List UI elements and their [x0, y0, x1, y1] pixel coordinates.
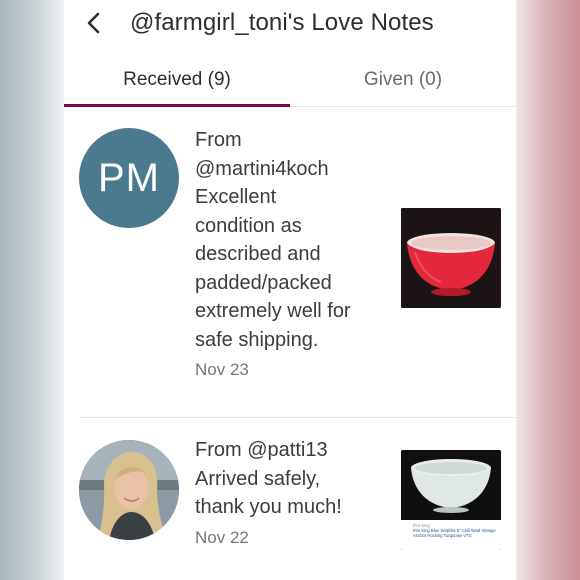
from-label: From: [195, 129, 242, 151]
love-notes-screen: @farmgirl_toni's Love Notes Received (9)…: [64, 0, 516, 580]
listing-thumbnail[interactable]: [401, 208, 501, 308]
divider: [80, 417, 516, 418]
red-bowl-image: [401, 208, 501, 308]
avatar[interactable]: PM: [79, 128, 179, 228]
avatar[interactable]: [79, 440, 179, 540]
note-body: From @martini4koch Excellent condition a…: [195, 126, 395, 384]
message-line: Arrived safely,: [195, 467, 321, 490]
from-username-link[interactable]: @martini4koch: [195, 155, 395, 184]
tab-given[interactable]: Given (0): [290, 58, 516, 106]
message-line: condition as: [195, 214, 302, 237]
thumbnail-title: Fire King Blue Delphite 5" Chili Bowl Vi…: [413, 528, 496, 538]
message-line: safe shipping.: [195, 328, 319, 351]
listing-thumbnail[interactable]: Fire King Fire King Blue Delphite 5" Chi…: [401, 450, 501, 550]
top-bar: @farmgirl_toni's Love Notes: [64, 0, 516, 48]
message-line: extremely well for: [195, 300, 351, 322]
note-date: Nov 23: [195, 360, 249, 379]
tab-bar: Received (9) Given (0): [64, 58, 516, 107]
from-username-link[interactable]: From @patti13: [195, 436, 395, 465]
profile-photo: [79, 440, 179, 540]
note-date: Nov 22: [195, 527, 249, 547]
active-tab-indicator: [64, 104, 290, 107]
message-line: thank you much!: [195, 496, 342, 518]
message-line: padded/packed: [195, 271, 332, 294]
love-note-item: From @patti13 Arrived safely, thank you …: [64, 420, 516, 580]
back-button[interactable]: [80, 9, 108, 37]
message-line: Excellent: [195, 186, 277, 208]
chevron-left-icon: [87, 12, 100, 34]
page-title: @farmgirl_toni's Love Notes: [130, 9, 434, 36]
tab-received[interactable]: Received (9): [64, 58, 290, 106]
message-line: described and: [195, 243, 321, 265]
thumbnail-caption: Fire King Fire King Blue Delphite 5" Chi…: [401, 520, 501, 550]
love-note-item: PM From @martini4koch Excellent conditio…: [64, 120, 516, 416]
note-body: From @patti13 Arrived safely, thank you …: [195, 436, 395, 552]
